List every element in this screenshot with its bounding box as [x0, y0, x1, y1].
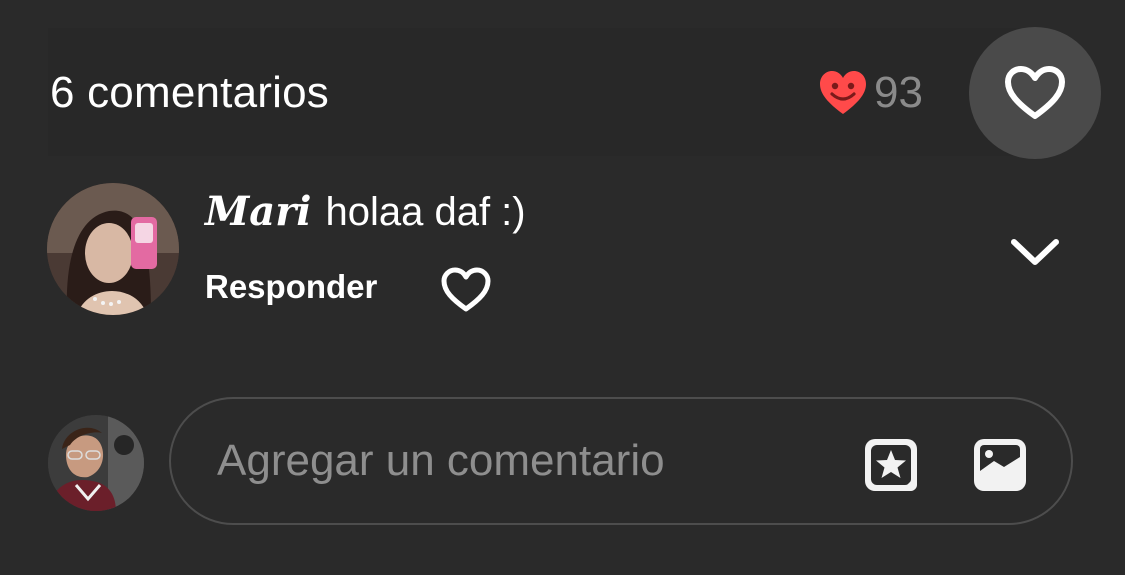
comment-count-title: 6 comentarios	[50, 68, 329, 117]
avatar-photo	[48, 415, 144, 511]
heart-face-icon	[820, 71, 866, 114]
comment-text: holaa daf :)	[325, 190, 526, 234]
chevron-down-icon[interactable]	[1008, 232, 1062, 272]
comment-input-container	[169, 397, 1073, 525]
image-icon[interactable]	[972, 437, 1028, 493]
avatar[interactable]	[47, 183, 179, 315]
comment-input[interactable]	[217, 429, 837, 493]
heart-outline-icon	[1005, 66, 1065, 119]
sticker-star-icon[interactable]	[863, 437, 919, 493]
comments-panel: 6 comentarios 93 Mari holaa daf:) Respo…	[0, 0, 1125, 575]
heart-outline-icon[interactable]	[440, 266, 492, 314]
reply-button[interactable]: Responder	[205, 266, 377, 308]
current-user-avatar[interactable]	[48, 415, 144, 511]
likes-summary: 93	[818, 66, 923, 120]
comment-line: Mari holaa daf :)	[205, 188, 526, 242]
like-button[interactable]	[969, 27, 1101, 159]
comment-author[interactable]: Mari	[205, 188, 311, 235]
avatar-photo	[47, 183, 179, 315]
likes-count: 93	[874, 68, 923, 117]
